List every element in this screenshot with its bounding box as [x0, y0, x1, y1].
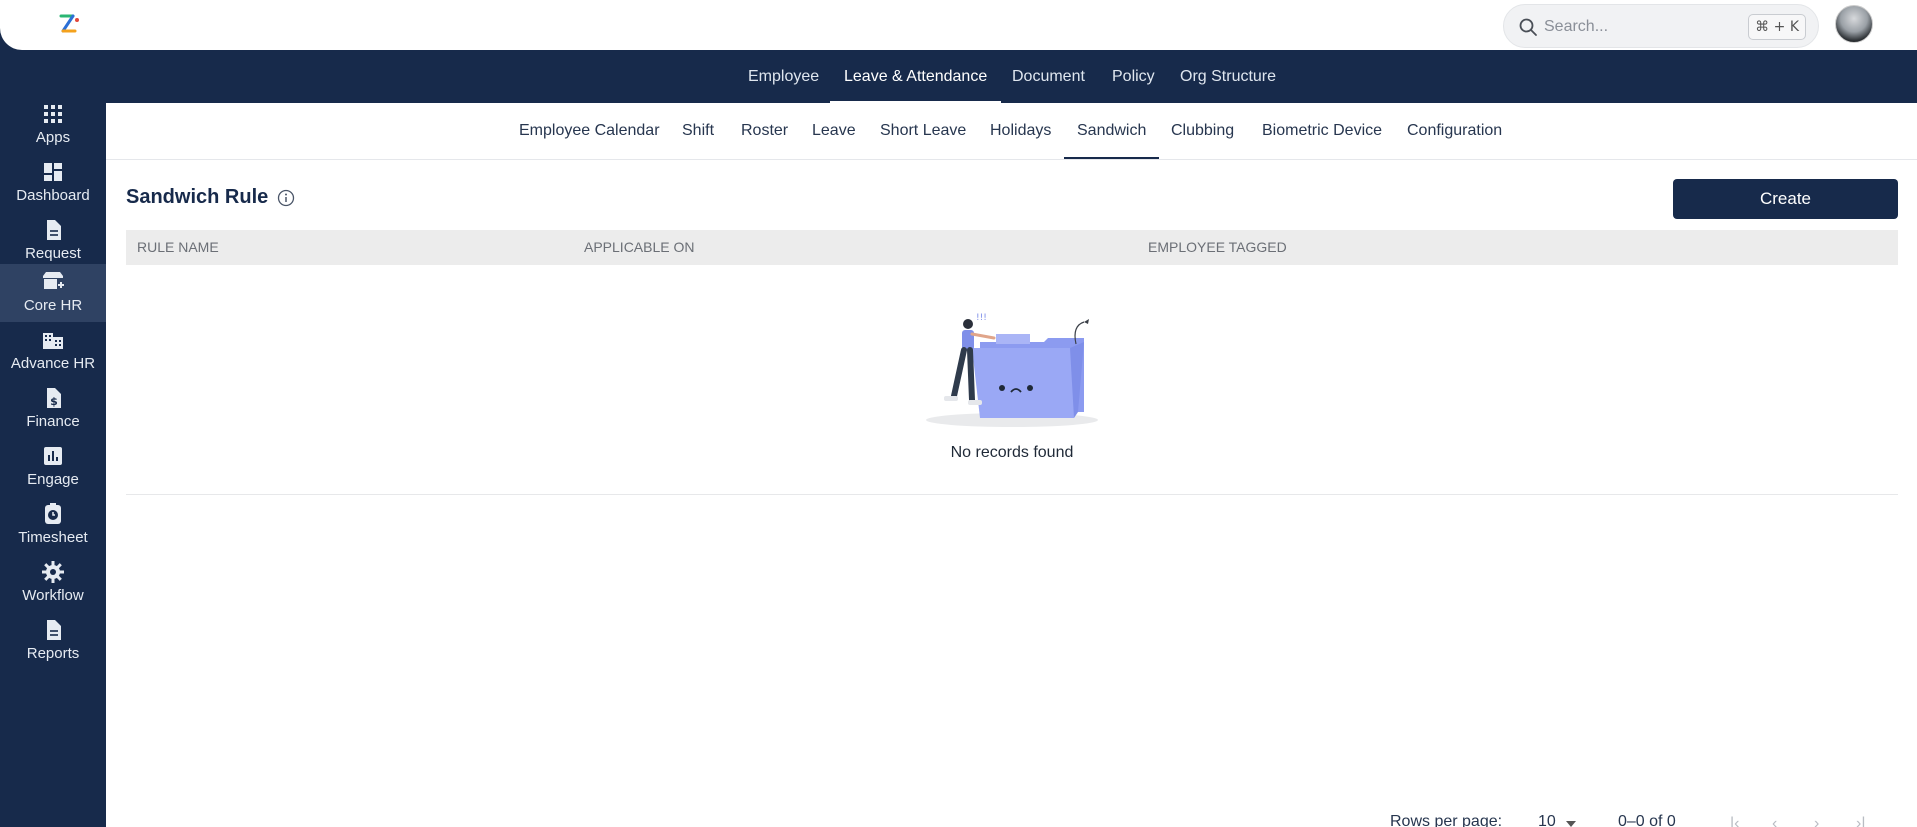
search-input[interactable] — [1544, 13, 1744, 41]
column-header-rule-name[interactable]: RULE NAME — [137, 230, 219, 265]
tab-leave-attendance[interactable]: Leave & Attendance — [830, 50, 1002, 103]
sidebar-item-label: Request — [25, 245, 81, 262]
subtab-employee-calendar[interactable]: Employee Calendar — [519, 103, 660, 159]
sidebar-item-label: Engage — [27, 471, 79, 488]
sidebar-item-advance-hr[interactable]: Advance HR — [0, 322, 106, 380]
table-divider — [126, 494, 1898, 495]
sidebar-item-label: Timesheet — [18, 529, 88, 546]
next-page-icon[interactable]: › — [1814, 815, 1832, 827]
sidebar: Apps Dashboard Request Core HR Advance H… — [0, 50, 106, 827]
apps-grid-icon — [44, 105, 62, 123]
first-page-icon[interactable]: |‹ — [1730, 815, 1748, 827]
reports-document-icon — [47, 620, 61, 640]
tab-policy[interactable]: Policy — [1112, 50, 1155, 103]
subtab-clubbing[interactable]: Clubbing — [1171, 103, 1234, 159]
sidebar-item-label: Apps — [35, 129, 71, 146]
subtab-leave[interactable]: Leave — [812, 103, 856, 159]
rows-per-page-label: Rows per page: — [1390, 813, 1503, 827]
sub-nav: Employee Calendar Shift Roster Leave Sho… — [106, 103, 1917, 160]
subtab-roster[interactable]: Roster — [741, 103, 788, 159]
app-logo-icon[interactable] — [56, 11, 82, 37]
sidebar-item-finance[interactable]: $ Finance — [0, 380, 106, 438]
search-shortcut-hint: ⌘ + K — [1748, 14, 1806, 40]
sidebar-item-core-hr[interactable]: Core HR — [0, 264, 106, 322]
sidebar-item-apps[interactable]: Apps — [0, 96, 106, 154]
pagination-range: 0–0 of 0 — [1618, 813, 1676, 827]
dashboard-icon — [44, 163, 62, 181]
subtab-shift[interactable]: Shift — [682, 103, 714, 159]
chevron-down-icon[interactable] — [1566, 821, 1576, 827]
svg-text:!!!: !!! — [976, 313, 987, 323]
table-header: RULE NAME APPLICABLE ON EMPLOYEE TAGGED — [126, 230, 1898, 265]
column-header-applicable-on[interactable]: APPLICABLE ON — [584, 230, 695, 265]
tab-org-structure[interactable]: Org Structure — [1180, 50, 1276, 103]
global-search[interactable]: ⌘ + K — [1503, 4, 1819, 48]
sidebar-item-workflow[interactable]: Workflow — [0, 554, 106, 612]
subtab-holidays[interactable]: Holidays — [990, 103, 1051, 159]
create-button[interactable]: Create — [1673, 179, 1898, 219]
sidebar-item-dashboard[interactable]: Dashboard — [0, 154, 106, 212]
sidebar-item-reports[interactable]: Reports — [0, 612, 106, 670]
sidebar-item-label: Dashboard — [16, 187, 90, 204]
sidebar-item-label: Core HR — [23, 297, 83, 314]
timesheet-clock-icon — [45, 503, 61, 524]
workflow-gear-icon — [42, 561, 64, 583]
tab-document[interactable]: Document — [1012, 50, 1085, 103]
page-title: Sandwich Rule — [126, 186, 269, 208]
sidebar-item-request[interactable]: Request — [0, 212, 106, 270]
user-avatar[interactable] — [1835, 5, 1873, 43]
rows-per-page-select[interactable]: 10 — [1538, 813, 1556, 827]
sidebar-item-label: Advance HR — [10, 355, 96, 372]
last-page-icon[interactable]: ›| — [1856, 815, 1874, 827]
tab-employee[interactable]: Employee — [748, 50, 819, 103]
column-header-employee-tagged[interactable]: EMPLOYEE TAGGED — [1148, 230, 1287, 265]
subtab-short-leave[interactable]: Short Leave — [880, 103, 966, 159]
finance-dollar-icon: $ — [47, 388, 61, 408]
info-icon[interactable] — [277, 189, 295, 207]
sidebar-item-label: Reports — [26, 645, 80, 662]
sidebar-item-label: Workflow — [22, 587, 84, 604]
subtab-configuration[interactable]: Configuration — [1407, 103, 1502, 159]
empty-state-message: No records found — [950, 444, 1074, 461]
empty-folder-illustration-icon: !!! — [926, 313, 1098, 427]
core-hr-icon — [43, 272, 64, 289]
top-header: ⌘ + K — [0, 0, 1917, 50]
sidebar-item-timesheet[interactable]: Timesheet — [0, 496, 106, 554]
search-icon — [1519, 18, 1537, 36]
module-nav: Employee Leave & Attendance Document Pol… — [106, 50, 1917, 103]
request-document-icon — [47, 220, 61, 240]
sidebar-item-engage[interactable]: Engage — [0, 438, 106, 496]
building-icon — [43, 333, 63, 349]
svg-text:$: $ — [50, 395, 58, 408]
sidebar-item-label: Finance — [26, 413, 80, 430]
subtab-biometric-device[interactable]: Biometric Device — [1262, 103, 1382, 159]
previous-page-icon[interactable]: ‹ — [1772, 815, 1790, 827]
engage-chart-icon — [44, 447, 62, 465]
subtab-sandwich[interactable]: Sandwich — [1064, 103, 1160, 159]
